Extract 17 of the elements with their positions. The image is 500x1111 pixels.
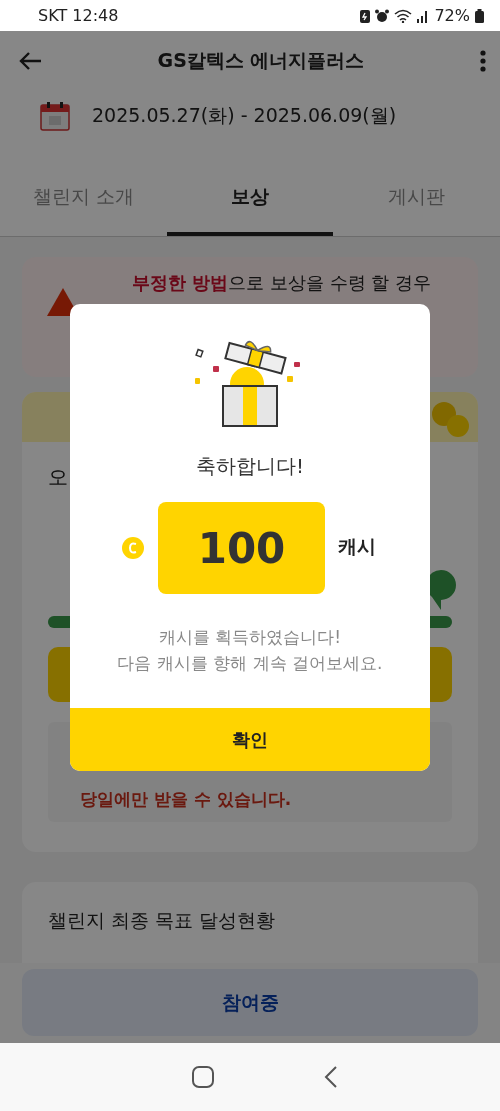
reward-unit: 캐시 bbox=[338, 534, 376, 559]
card-title: 오 bbox=[48, 464, 68, 491]
tab[interactable]: 게시판 bbox=[333, 161, 500, 236]
confirm-button[interactable]: 확인 bbox=[70, 708, 430, 771]
warning-text: 부정한 방법으로 보상을 수령 할 경우 bbox=[132, 271, 432, 295]
tab[interactable]: 챌린지 소개 bbox=[0, 161, 167, 236]
page-title: GS칼텍스 에너지플러스 bbox=[156, 48, 366, 73]
challenge-dates: 2025.05.27(화) - 2025.06.09(월) bbox=[92, 103, 397, 128]
dialog-message: 캐시를 획득하였습니다! bbox=[157, 626, 343, 649]
reward-amount: 100 bbox=[158, 502, 325, 594]
status-time: SKT 12:48 bbox=[38, 6, 119, 25]
dialog-title: 축하합니다! bbox=[196, 453, 304, 480]
dialog-message: 다음 캐시를 향해 계속 걸어보세요. bbox=[117, 652, 383, 675]
card-title: 챌린지 최종 목표 달성현황 bbox=[48, 908, 276, 933]
battery-percent: 72% bbox=[434, 6, 470, 25]
joined-button[interactable]: 참여중 bbox=[22, 969, 478, 1036]
notice-text: 당일에만 받을 수 있습니다. bbox=[80, 788, 292, 811]
